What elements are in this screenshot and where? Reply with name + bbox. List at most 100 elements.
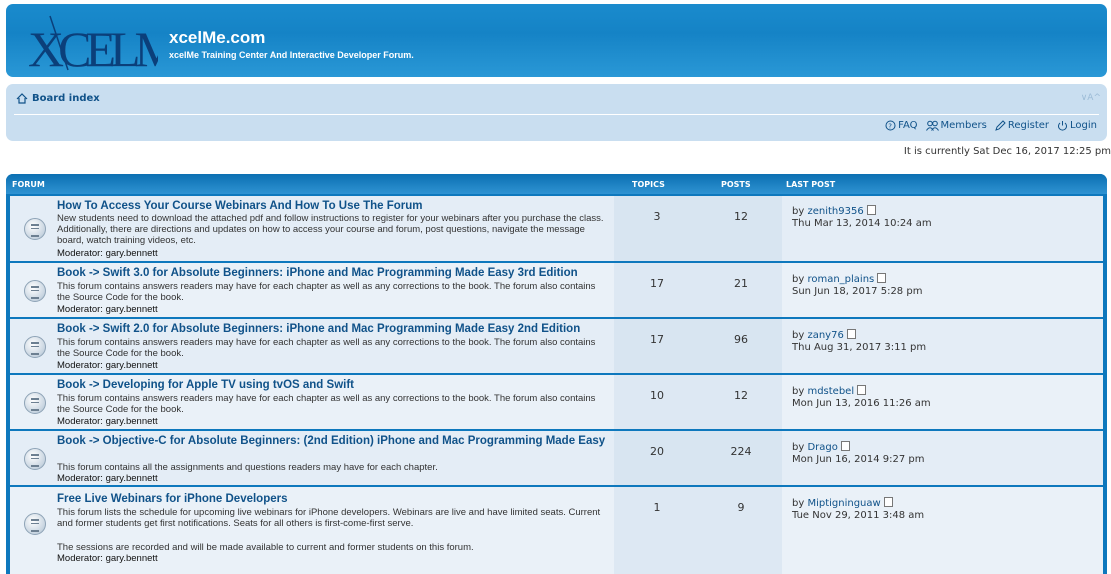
moderator-label: Moderator: xyxy=(57,473,103,484)
last-post-info: by roman_plains Sun Jun 18, 2017 5:28 pm xyxy=(792,273,922,298)
last-post-date: Mon Jun 13, 2016 11:26 am xyxy=(792,398,931,409)
forum-row: Free Live Webinars for iPhone Developers… xyxy=(10,487,1103,574)
by-label: by xyxy=(792,386,805,397)
navbar: Board index ∨A^ ? FAQ Members Register L… xyxy=(6,84,1107,141)
logo-text: XCELME xyxy=(28,21,158,72)
forum-title-link[interactable]: Book -> Objective-C for Absolute Beginne… xyxy=(57,435,607,448)
forum-title-link[interactable]: Book -> Developing for Apple TV using tv… xyxy=(57,379,607,392)
faq-label: FAQ xyxy=(898,120,918,131)
members-link[interactable]: Members xyxy=(925,120,987,131)
header-forum: FORUM xyxy=(12,180,45,189)
forum-row: How To Access Your Course Webinars And H… xyxy=(10,196,1103,261)
forum-moderator: Moderator: gary.bennett xyxy=(57,553,158,564)
login-label: Login xyxy=(1070,120,1097,131)
login-link[interactable]: Login xyxy=(1057,120,1097,131)
poster-link[interactable]: zenith9356 xyxy=(807,206,863,217)
moderator-link[interactable]: gary.bennett xyxy=(106,304,158,315)
header-posts: POSTS xyxy=(721,180,751,189)
topics-count: 10 xyxy=(650,389,664,402)
last-post-date: Tue Nov 29, 2011 3:48 am xyxy=(792,510,925,521)
view-latest-post-icon[interactable] xyxy=(840,441,850,451)
site-description: xcelMe Training Center And Interactive D… xyxy=(169,50,414,60)
forum-description: This forum contains answers readers may … xyxy=(57,337,596,359)
moderator-link[interactable]: gary.bennett xyxy=(106,473,158,484)
by-label: by xyxy=(792,330,805,341)
table-header: FORUM TOPICS POSTS LAST POST xyxy=(6,174,1107,194)
posts-count: 21 xyxy=(734,277,748,290)
posts-count: 12 xyxy=(734,389,748,402)
forum-title-link[interactable]: Free Live Webinars for iPhone Developers xyxy=(57,493,607,506)
moderator-link[interactable]: gary.bennett xyxy=(106,553,158,564)
site-title[interactable]: xcelMe.com xyxy=(169,28,265,48)
font-size-control[interactable]: ∨A^ xyxy=(1081,93,1101,103)
poster-link[interactable]: roman_plains xyxy=(807,274,874,285)
forum-description: New students need to download the attach… xyxy=(57,213,604,246)
forum-moderator: Moderator: gary.bennett xyxy=(57,248,158,259)
by-label: by xyxy=(792,498,805,509)
topics-count: 1 xyxy=(653,501,661,514)
members-icon xyxy=(925,120,939,131)
last-post-info: by Drago Mon Jun 16, 2014 9:27 pm xyxy=(792,441,925,466)
by-label: by xyxy=(792,442,805,453)
topics-count: 3 xyxy=(653,210,661,223)
moderator-label: Moderator: xyxy=(57,304,103,315)
question-icon: ? xyxy=(885,120,896,131)
moderator-link[interactable]: gary.bennett xyxy=(106,248,158,259)
last-post-date: Mon Jun 16, 2014 9:27 pm xyxy=(792,454,925,465)
forum-row: Book -> Developing for Apple TV using tv… xyxy=(10,375,1103,429)
forum-title-link[interactable]: How To Access Your Course Webinars And H… xyxy=(57,200,607,213)
last-post-date: Sun Jun 18, 2017 5:28 pm xyxy=(792,286,923,297)
poster-link[interactable]: zany76 xyxy=(807,330,843,341)
poster-link[interactable]: Drago xyxy=(807,442,837,453)
board-index-link[interactable]: Board index xyxy=(32,93,100,104)
header-last-post: LAST POST xyxy=(786,180,836,189)
last-post-date: Thu Mar 13, 2014 10:24 am xyxy=(792,218,932,229)
forum-read-icon xyxy=(24,280,46,302)
moderator-link[interactable]: gary.bennett xyxy=(106,360,158,371)
last-post-info: by mdstebel Mon Jun 13, 2016 11:26 am xyxy=(792,385,931,410)
forum-description: This forum lists the schedule for upcomi… xyxy=(57,507,601,529)
moderator-link[interactable]: gary.bennett xyxy=(106,416,158,427)
forum-read-icon xyxy=(24,218,46,240)
posts-count: 96 xyxy=(734,333,748,346)
forum-moderator: Moderator: gary.bennett xyxy=(57,416,158,427)
view-latest-post-icon[interactable] xyxy=(846,329,856,339)
moderator-label: Moderator: xyxy=(57,248,103,259)
breadcrumb[interactable]: Board index xyxy=(16,93,100,104)
by-label: by xyxy=(792,274,805,285)
poster-link[interactable]: Miptigninguaw xyxy=(807,498,880,509)
svg-text:?: ? xyxy=(888,122,892,130)
last-post-info: by Miptigninguaw Tue Nov 29, 2011 3:48 a… xyxy=(792,497,924,522)
last-post-info: by zenith9356 Thu Mar 13, 2014 10:24 am xyxy=(792,205,932,230)
xcelme-logo[interactable]: XCELME xyxy=(28,14,158,72)
forum-description-extra: The sessions are recorded and will be ma… xyxy=(57,542,474,553)
view-latest-post-icon[interactable] xyxy=(857,385,867,395)
members-label: Members xyxy=(940,120,987,131)
nav-links: ? FAQ Members Register Login xyxy=(885,120,1097,131)
register-link[interactable]: Register xyxy=(995,120,1049,131)
site-header: XCELME xcelMe.com xcelMe Training Center… xyxy=(6,4,1107,77)
nav-divider xyxy=(14,114,1099,115)
forum-title-link[interactable]: Book -> Swift 3.0 for Absolute Beginners… xyxy=(57,267,607,280)
register-label: Register xyxy=(1007,120,1050,131)
poster-link[interactable]: mdstebel xyxy=(807,386,854,397)
forum-read-icon xyxy=(24,513,46,535)
view-latest-post-icon[interactable] xyxy=(877,273,887,283)
forum-description: This forum contains all the assignments … xyxy=(57,462,438,473)
moderator-label: Moderator: xyxy=(57,360,103,371)
moderator-label: Moderator: xyxy=(57,416,103,427)
by-label: by xyxy=(792,206,805,217)
forum-list: FORUM TOPICS POSTS LAST POST How To Acce… xyxy=(6,174,1107,574)
view-latest-post-icon[interactable] xyxy=(866,205,876,215)
moderator-label: Moderator: xyxy=(57,553,103,564)
forum-description: This forum contains answers readers may … xyxy=(57,393,596,415)
pencil-icon xyxy=(995,120,1006,131)
power-icon xyxy=(1058,121,1068,131)
faq-link[interactable]: ? FAQ xyxy=(885,120,918,131)
posts-count: 12 xyxy=(734,210,748,223)
forum-read-icon xyxy=(24,448,46,470)
view-latest-post-icon[interactable] xyxy=(883,497,893,507)
forum-moderator: Moderator: gary.bennett xyxy=(57,473,158,484)
forum-title-link[interactable]: Book -> Swift 2.0 for Absolute Beginners… xyxy=(57,323,607,336)
forum-row: Book -> Swift 3.0 for Absolute Beginners… xyxy=(10,263,1103,317)
